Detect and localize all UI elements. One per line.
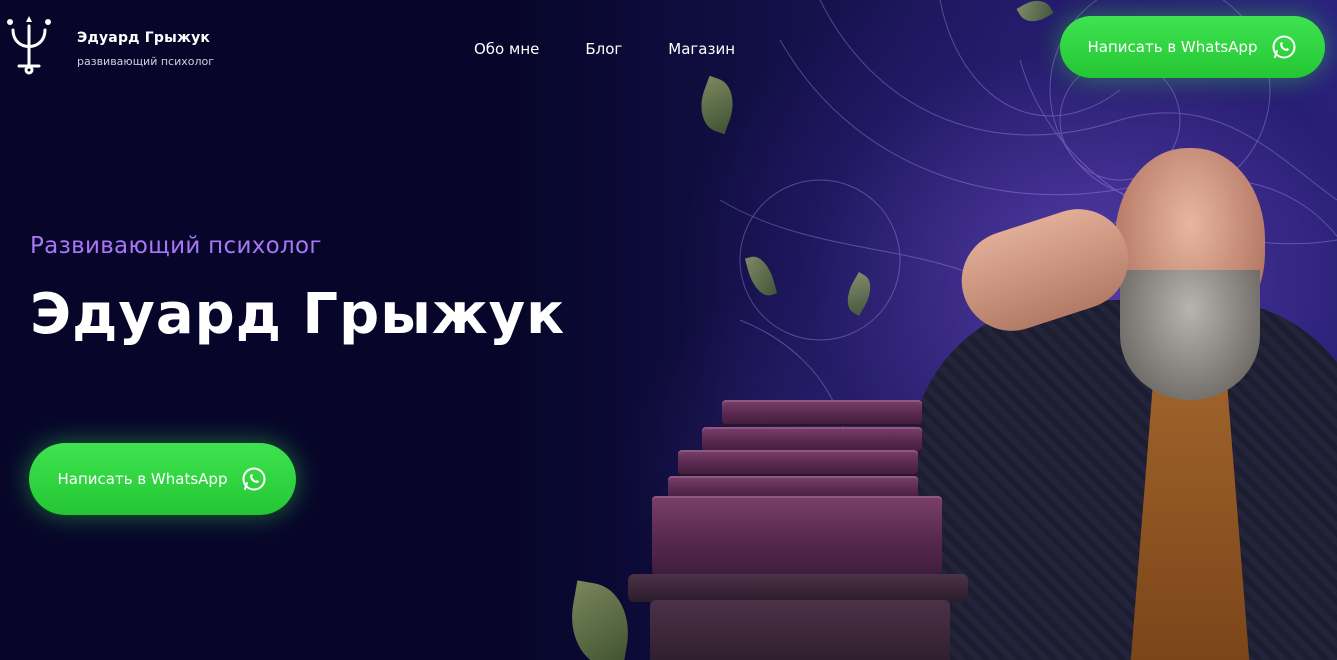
whatsapp-button-label: Написать в WhatsApp [57, 470, 228, 488]
nav-item-blog[interactable]: Блог [585, 40, 622, 58]
psi-logo-icon[interactable] [4, 16, 54, 76]
hero-subtitle: Развивающий психолог [30, 233, 322, 259]
hero-background-image [520, 0, 1337, 660]
main-nav: Обо мне Блог Магазин [474, 40, 735, 58]
hero-title: Эдуард Грыжук [30, 282, 566, 347]
whatsapp-icon [1272, 35, 1296, 59]
whatsapp-icon [242, 467, 266, 491]
nav-item-about[interactable]: Обо мне [474, 40, 539, 58]
whatsapp-button-label: Написать в WhatsApp [1087, 38, 1258, 56]
person-beard [1120, 270, 1260, 400]
brand-subtitle: развивающий психолог [77, 55, 215, 68]
brand-name: Эдуард Грыжук [77, 30, 211, 46]
whatsapp-header-button[interactable]: Написать в WhatsApp [1060, 16, 1325, 78]
whatsapp-hero-button[interactable]: Написать в WhatsApp [29, 443, 296, 515]
nav-item-shop[interactable]: Магазин [668, 40, 735, 58]
